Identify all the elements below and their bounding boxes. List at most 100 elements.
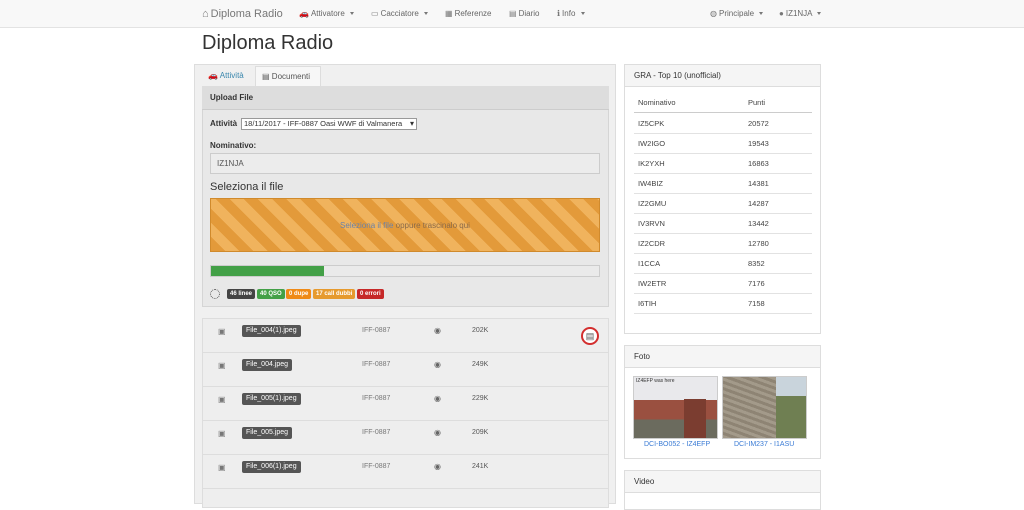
row-callsign[interactable]: IZ2GMU bbox=[638, 194, 666, 214]
file-name-button[interactable]: File_005.jpeg bbox=[242, 427, 293, 439]
row-callsign[interactable]: IW2ETR bbox=[638, 274, 666, 294]
photo-caption-1[interactable]: DCI-BO052 - IZ4EFP bbox=[644, 441, 710, 448]
file-size: 209K bbox=[472, 429, 489, 436]
file-reference: IFF-0887 bbox=[362, 327, 391, 334]
row-callsign[interactable]: IK2YXH bbox=[638, 154, 665, 174]
menu-referenze[interactable]: ▦ Referenze bbox=[445, 0, 491, 28]
table-row: I1CCA 8352 bbox=[634, 254, 812, 274]
file-reference: IFF-0887 bbox=[362, 429, 391, 436]
map-icon: ▦ bbox=[445, 9, 453, 18]
video-title: Video bbox=[625, 471, 820, 493]
col-callsign: Nominativo bbox=[638, 98, 676, 107]
menu-attivatore[interactable]: 🚗 Attivatore bbox=[299, 0, 354, 28]
file-size: 241K bbox=[472, 463, 489, 470]
video-panel: Video bbox=[624, 470, 821, 510]
tab-documenti[interactable]: ▤ Documenti bbox=[255, 66, 321, 87]
file-dropzone[interactable]: Seleziona il file oppure trascinalo qui bbox=[210, 198, 600, 252]
eye-icon[interactable]: ◉ bbox=[434, 360, 441, 369]
file-name-button[interactable]: File_005(1).jpeg bbox=[242, 393, 301, 405]
table-row: IZ2CDR 12780 bbox=[634, 234, 812, 254]
file-row: ▣ File_005.jpeg IFF-0887 ◉ 209K bbox=[202, 421, 609, 455]
file-name-button[interactable]: File_004.jpeg bbox=[242, 359, 293, 371]
activity-label: Attività bbox=[210, 119, 238, 128]
row-callsign[interactable]: IV3RVN bbox=[638, 214, 665, 234]
row-callsign[interactable]: I6TIH bbox=[638, 294, 656, 314]
table-row: IZ5CPK 20572 bbox=[634, 114, 812, 134]
row-points: 14287 bbox=[748, 199, 769, 208]
status-badge: 40 QSO bbox=[257, 289, 285, 299]
row-callsign[interactable]: IW2IGO bbox=[638, 134, 665, 154]
row-points: 20572 bbox=[748, 119, 769, 128]
menu-cacciatore[interactable]: ▭ Cacciatore bbox=[371, 0, 428, 28]
row-callsign[interactable]: IZ2CDR bbox=[638, 234, 665, 254]
photo-overlay-text: IZ4EFP was here bbox=[636, 378, 675, 384]
table-row: IW2ETR 7176 bbox=[634, 274, 812, 294]
tower-shape bbox=[684, 399, 706, 438]
page-title: Diploma Radio bbox=[202, 32, 334, 54]
menu-info[interactable]: ℹ Info bbox=[557, 0, 585, 28]
brand-label: Diploma Radio bbox=[210, 8, 283, 20]
eye-icon[interactable]: ◉ bbox=[434, 462, 441, 471]
menu-diario[interactable]: ▤ Diario bbox=[509, 0, 539, 28]
row-points: 19543 bbox=[748, 139, 769, 148]
row-callsign[interactable]: IZ5CPK bbox=[638, 114, 664, 134]
file-name-button[interactable]: File_006(1).jpeg bbox=[242, 461, 301, 473]
tab-attivita[interactable]: 🚗 Attività bbox=[202, 66, 250, 87]
status-badge: 0 dupe bbox=[286, 289, 312, 299]
image-file-icon: ▣ bbox=[218, 429, 226, 438]
callsign-label: Nominativo: bbox=[210, 141, 257, 150]
menu-info-label: Info bbox=[562, 9, 576, 18]
status-badge: 0 errori bbox=[357, 289, 384, 299]
menu-user[interactable]: ● IZ1NJA bbox=[779, 0, 821, 28]
file-size: 229K bbox=[472, 395, 489, 402]
brand-link[interactable]: ⌂ Diploma Radio bbox=[202, 0, 283, 28]
row-points: 16863 bbox=[748, 159, 769, 168]
menu-principale[interactable]: ◍ Principale bbox=[710, 0, 763, 28]
table-row: IV3RVN 13442 bbox=[634, 214, 812, 234]
file-size: 249K bbox=[472, 361, 489, 368]
image-file-icon: ▣ bbox=[218, 361, 226, 370]
tree-shape bbox=[776, 377, 806, 438]
row-points: 14381 bbox=[748, 179, 769, 188]
row-points: 12780 bbox=[748, 239, 769, 248]
photo-caption-2[interactable]: DCI-IM237 - I1ASU bbox=[734, 441, 794, 448]
table-row: IK2YXH 16863 bbox=[634, 154, 812, 174]
info-icon: ℹ bbox=[557, 9, 561, 18]
spinner-icon bbox=[210, 289, 220, 299]
table-row: IW2IGO 19543 bbox=[634, 134, 812, 154]
select-file-link[interactable]: Seleziona il file bbox=[340, 221, 393, 230]
image-file-icon: ▣ bbox=[218, 327, 226, 336]
row-points: 8352 bbox=[748, 259, 765, 268]
file-row: ▣ File_004.jpeg IFF-0887 ◉ 249K bbox=[202, 353, 609, 387]
activity-select[interactable]: 18/11/2017 - IFF-0887 Oasi WWF di Valman… bbox=[241, 118, 417, 130]
callsign-field[interactable]: IZ1NJA bbox=[210, 153, 600, 174]
file-row: ▣ File_004(1).jpeg IFF-0887 ◉ 202K ▤ bbox=[202, 319, 609, 353]
table-row: I6TIH 7158 bbox=[634, 294, 812, 314]
menu-referenze-label: Referenze bbox=[454, 9, 492, 18]
user-icon: ● bbox=[779, 9, 784, 18]
home-icon: ⌂ bbox=[202, 8, 209, 20]
table-row: IW4BIZ 14381 bbox=[634, 174, 812, 194]
menu-attivatore-label: Attivatore bbox=[310, 9, 345, 18]
file-size: 202K bbox=[472, 327, 489, 334]
eye-icon[interactable]: ◉ bbox=[434, 428, 441, 437]
photo-thumb-2[interactable] bbox=[722, 376, 807, 439]
row-points: 13442 bbox=[748, 219, 769, 228]
car-icon: 🚗 bbox=[208, 71, 218, 80]
book-icon: ▤ bbox=[509, 9, 517, 18]
file-reference: IFF-0887 bbox=[362, 395, 391, 402]
photo-thumb-1[interactable]: IZ4EFP was here bbox=[633, 376, 718, 439]
delete-file-button[interactable]: ▤ bbox=[581, 327, 599, 345]
book-icon: ▤ bbox=[262, 72, 270, 81]
globe-icon: ◍ bbox=[710, 9, 717, 18]
image-file-icon: ▣ bbox=[218, 395, 226, 404]
select-file-label: Seleziona il file bbox=[210, 181, 284, 193]
menu-user-label: IZ1NJA bbox=[785, 9, 813, 18]
row-callsign[interactable]: IW4BIZ bbox=[638, 174, 663, 194]
file-name-button[interactable]: File_004(1).jpeg bbox=[242, 325, 301, 337]
row-callsign[interactable]: I1CCA bbox=[638, 254, 660, 274]
eye-icon[interactable]: ◉ bbox=[434, 326, 441, 335]
top10-title: GRA - Top 10 (unofficial) bbox=[625, 65, 820, 87]
file-row: ▣ File_005(1).jpeg IFF-0887 ◉ 229K bbox=[202, 387, 609, 421]
eye-icon[interactable]: ◉ bbox=[434, 394, 441, 403]
